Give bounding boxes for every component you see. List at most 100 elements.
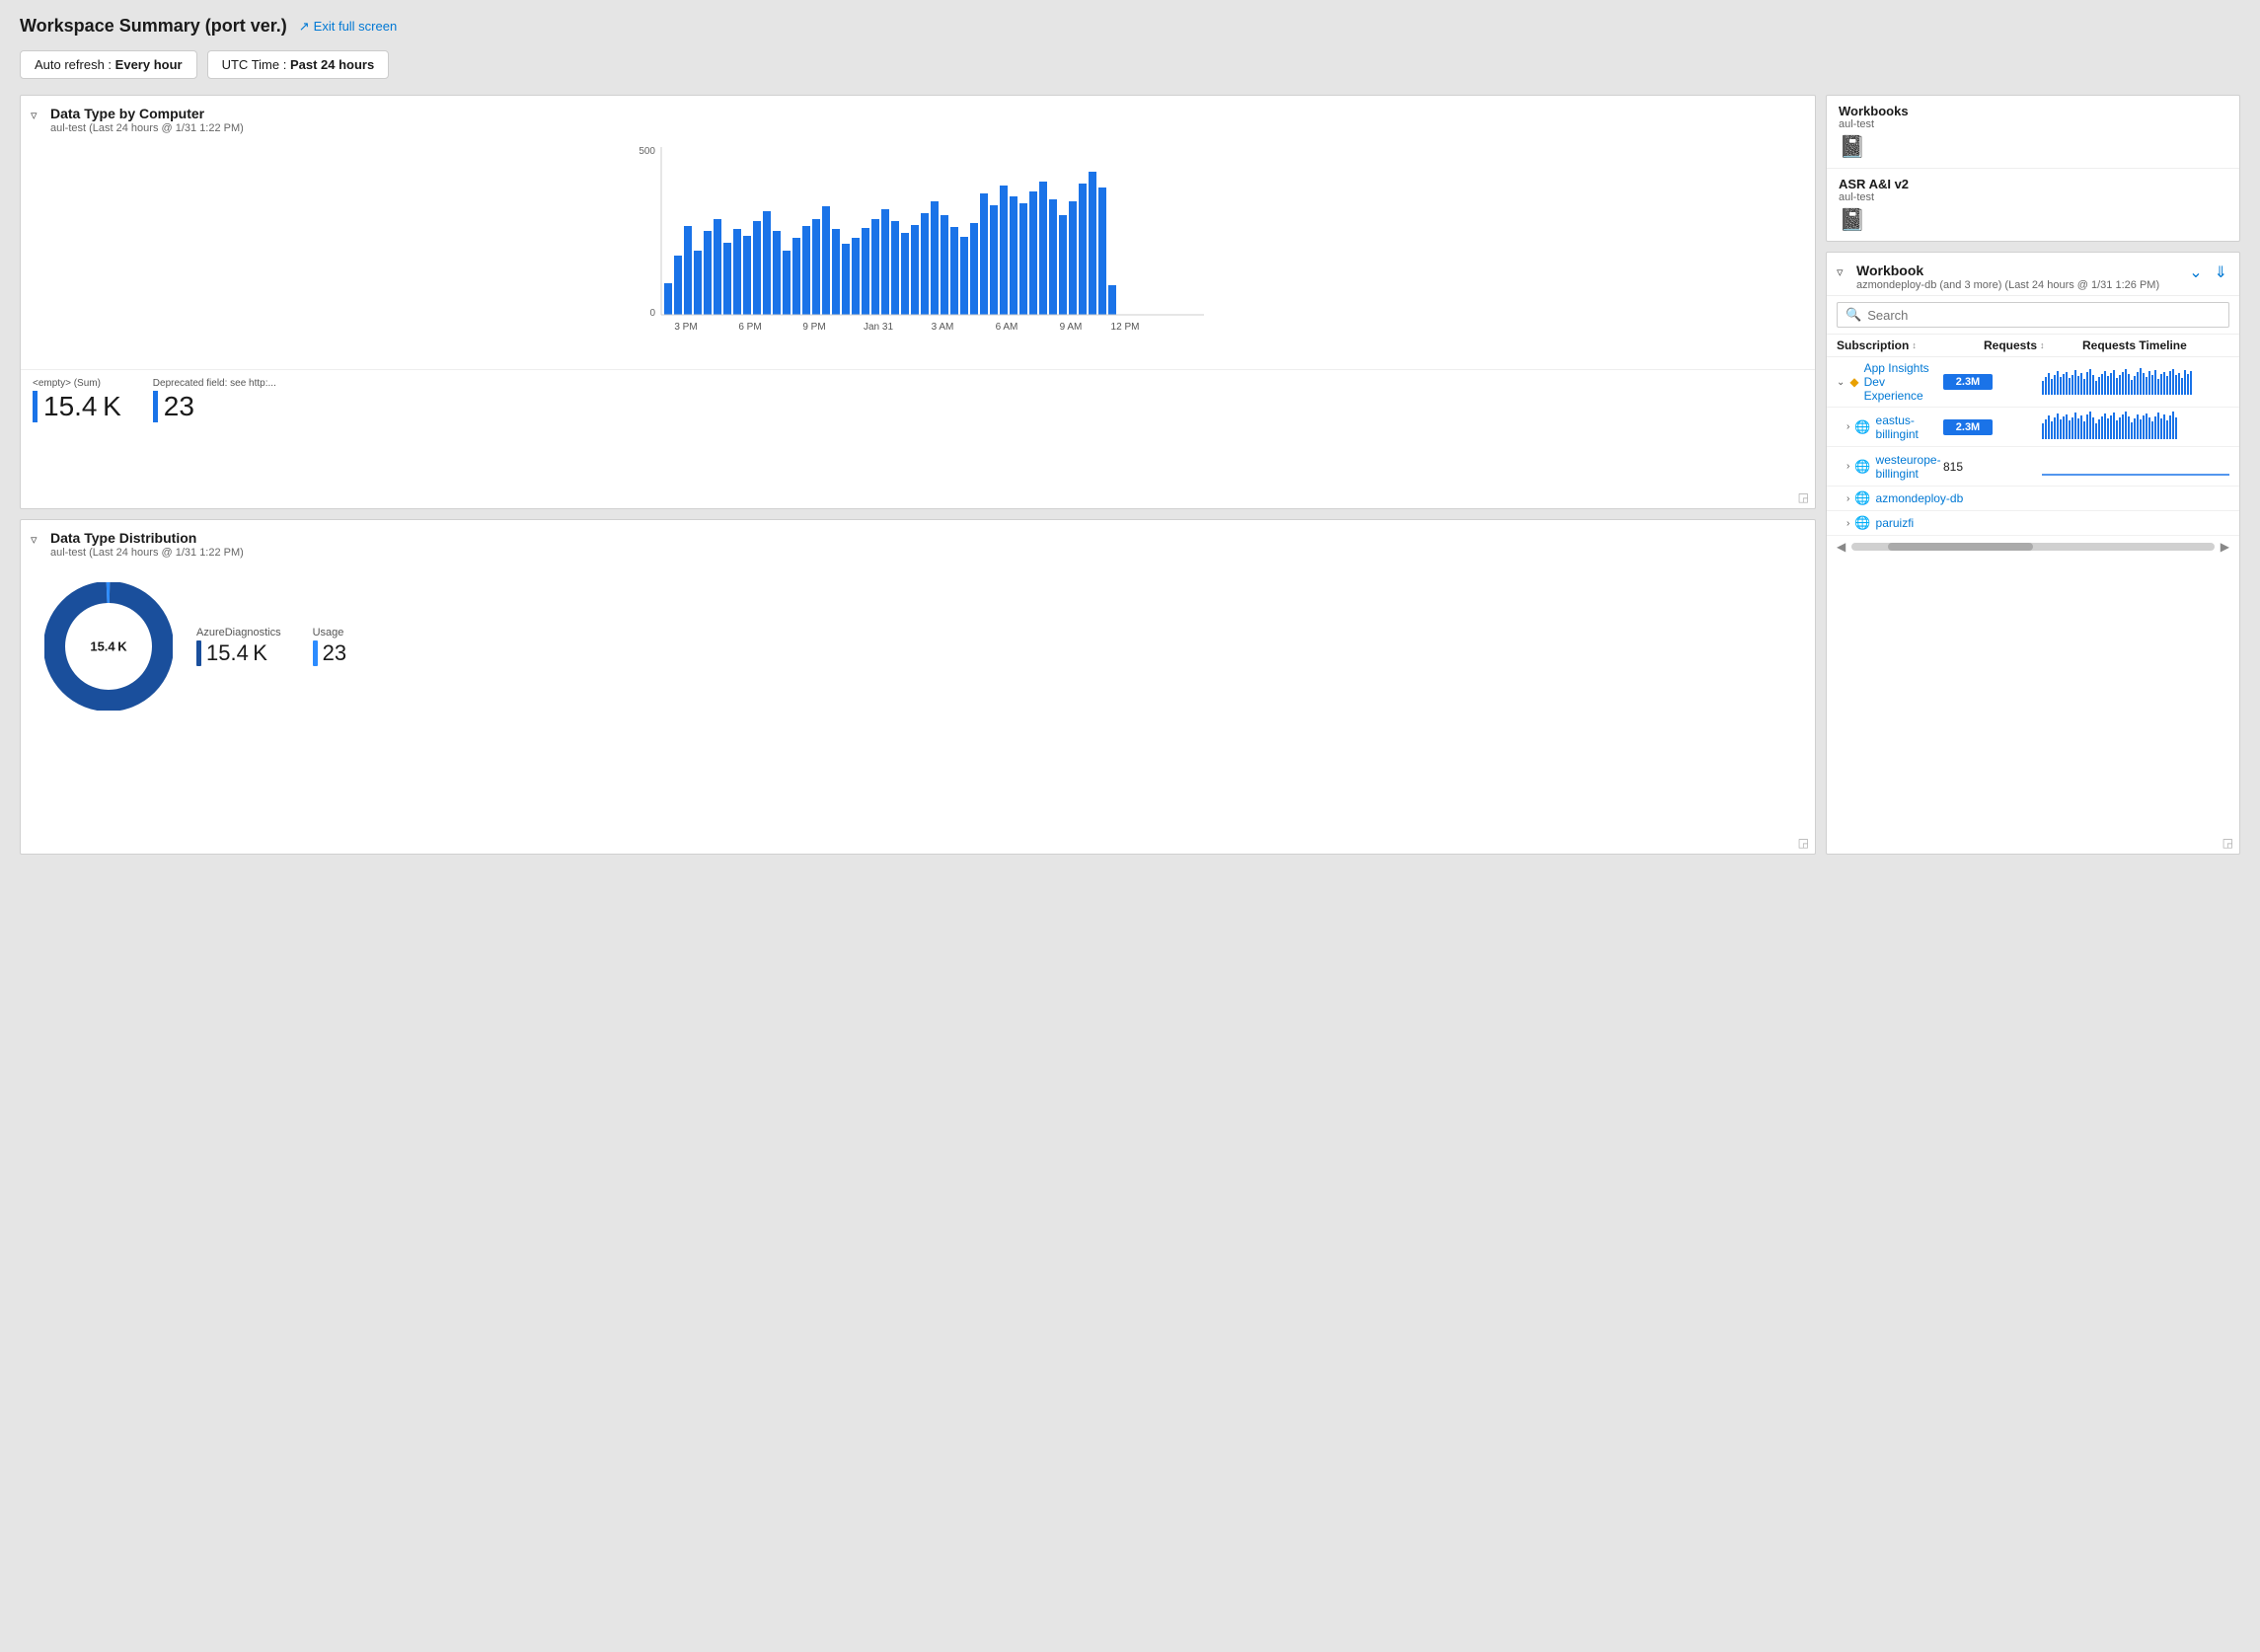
scroll-thumb[interactable] <box>1888 543 2033 551</box>
eastus-link[interactable]: eastus-billingint <box>1876 413 1943 441</box>
subscription-col-header[interactable]: Subscription ↕ <box>1837 338 1984 352</box>
stat2-value: 23 <box>164 393 194 420</box>
search-row: 🔍 <box>1827 296 2239 335</box>
legend-azure-diagnostics: AzureDiagnostics 15.4 K <box>196 627 281 666</box>
sparkline-cell-eastus <box>2042 412 2229 442</box>
scroll-track[interactable] <box>1851 543 2215 551</box>
key-icon-app-insights: ◆ <box>1849 375 1858 389</box>
toolbar: Auto refresh : Every hour UTC Time : Pas… <box>20 50 2240 79</box>
workbook-resize-handle[interactable]: ◲ <box>2222 836 2233 850</box>
paruizfi-link[interactable]: paruizfi <box>1876 516 1915 530</box>
stat1-value: 15.4 K <box>43 393 121 420</box>
workbook-table-subtitle: azmondeploy-db (and 3 more) (Last 24 hou… <box>1856 279 2227 291</box>
filter-icon: ▿ <box>31 108 38 123</box>
dist-resize-handle[interactable]: ◲ <box>1798 836 1809 850</box>
svg-text:Jan 31: Jan 31 <box>864 322 893 333</box>
horizontal-scrollbar[interactable]: ◀ ▶ <box>1827 536 2239 558</box>
table-header: Subscription ↕ Requests ↕ Requests Timel… <box>1827 335 2239 357</box>
workbooks-icon-2: 📓 <box>1839 207 1865 232</box>
requests-col-header[interactable]: Requests ↕ <box>1984 338 2082 352</box>
workbooks-entry-1: Workbooks aul-test 📓 <box>1827 96 2239 169</box>
search-input[interactable] <box>1867 308 2221 323</box>
westeurope-link[interactable]: westeurope-billingint <box>1876 453 1943 481</box>
stat-empty-sum: <empty> (Sum) 15.4 K <box>33 378 121 422</box>
workbook-controls: ⌄ ⇓ <box>2187 261 2229 284</box>
expand-icon-eastus[interactable]: › <box>1846 421 1849 432</box>
requests-cell-app-insights: 2.3M <box>1943 374 2042 390</box>
svg-text:0: 0 <box>649 308 655 319</box>
page-wrapper: Workspace Summary (port ver.) ↗ Exit ful… <box>0 0 2260 874</box>
scroll-right-arrow[interactable]: ▶ <box>2221 540 2229 554</box>
stat1-bar <box>33 391 38 422</box>
table-row: ⌄ ◆ App Insights Dev Experience 2.3M <box>1827 357 2239 408</box>
time-label: UTC Time : <box>222 57 287 72</box>
collapse-button[interactable]: ⌄ <box>2187 261 2204 284</box>
workbooks-panel: Workbooks aul-test 📓 ASR A&I v2 aul-test… <box>1826 95 2240 242</box>
auto-refresh-button[interactable]: Auto refresh : Every hour <box>20 50 197 79</box>
time-range-button[interactable]: UTC Time : Past 24 hours <box>207 50 390 79</box>
svg-text:500: 500 <box>639 146 655 157</box>
dist-title: Data Type Distribution <box>50 530 1803 546</box>
refresh-label: Auto refresh : <box>35 57 112 72</box>
workbooks-subtitle-1: aul-test <box>1839 118 2227 130</box>
workbook-table-title: Workbook <box>1856 263 2227 278</box>
dist-legend: AzureDiagnostics 15.4 K Usage 23 <box>196 627 346 666</box>
svg-text:6 AM: 6 AM <box>996 322 1018 333</box>
download-button[interactable]: ⇓ <box>2213 261 2229 284</box>
table-row: › 🌐 westeurope-billingint 815 <box>1827 447 2239 487</box>
azure-diag-bar <box>196 640 201 666</box>
globe-icon-azmondeploy: 🌐 <box>1854 490 1870 506</box>
chart-panel-header: ▿ Data Type by Computer aul-test (Last 2… <box>21 96 1815 138</box>
row-name-eastus: › 🌐 eastus-billingint <box>1846 413 1943 441</box>
usage-label: Usage <box>313 627 346 638</box>
expand-icon-app-insights[interactable]: ⌄ <box>1837 377 1845 388</box>
azure-diag-value-row: 15.4 K <box>196 640 281 666</box>
search-icon: 🔍 <box>1846 307 1861 323</box>
title-row: Workspace Summary (port ver.) ↗ Exit ful… <box>20 16 2240 37</box>
azmondeploy-link[interactable]: azmondeploy-db <box>1876 491 1964 505</box>
svg-text:3 PM: 3 PM <box>674 322 697 333</box>
chart-title: Data Type by Computer <box>50 106 1803 121</box>
expand-icon-paruizfi[interactable]: › <box>1846 518 1849 529</box>
sort-icon-requests: ↕ <box>2040 340 2045 350</box>
table-body: ⌄ ◆ App Insights Dev Experience 2.3M <box>1827 357 2239 536</box>
expand-icon-westeurope[interactable]: › <box>1846 461 1849 472</box>
scroll-left-arrow[interactable]: ◀ <box>1837 540 1846 554</box>
app-insights-link[interactable]: App Insights Dev Experience <box>1864 361 1943 403</box>
expand-icon-azmondeploy[interactable]: › <box>1846 493 1849 504</box>
table-row: › 🌐 eastus-billingint 2.3M <box>1827 408 2239 447</box>
sort-icon-subscription: ↕ <box>1912 340 1917 350</box>
right-column: Workbooks aul-test 📓 ASR A&I v2 aul-test… <box>1826 95 2240 855</box>
requests-badge-eastus: 2.3M <box>1943 419 1993 435</box>
workbooks-entry-2: ASR A&I v2 aul-test 📓 <box>1827 169 2239 241</box>
sparkline-svg-westeurope <box>2042 451 2229 479</box>
workbooks-icon-1: 📓 <box>1839 134 1865 159</box>
stat1-label: <empty> (Sum) <box>33 378 121 389</box>
exit-fullscreen-button[interactable]: ↗ Exit full screen <box>299 19 397 35</box>
data-type-chart-panel: ▿ Data Type by Computer aul-test (Last 2… <box>20 95 1816 509</box>
sparkline-cell-app-insights <box>2042 367 2229 398</box>
stat1-value-row: 15.4 K <box>33 391 121 422</box>
workbooks-title-1: Workbooks <box>1839 104 2227 118</box>
usage-value-row: 23 <box>313 640 346 666</box>
svg-text:9 AM: 9 AM <box>1060 322 1083 333</box>
row-name-westeurope: › 🌐 westeurope-billingint <box>1846 453 1943 481</box>
resize-handle[interactable]: ◲ <box>1798 490 1809 504</box>
chart-area: 500 0 <box>21 138 1815 365</box>
subscription-label: Subscription <box>1837 338 1909 352</box>
requests-num-westeurope: 815 <box>1943 460 1963 474</box>
row-name-paruizfi: › 🌐 paruizfi <box>1846 515 1989 531</box>
workbooks-title-2: ASR A&I v2 <box>1839 177 2227 191</box>
stat2-bar <box>153 391 158 422</box>
requests-timeline-label: Requests Timeline <box>2082 338 2229 352</box>
svg-text:9 PM: 9 PM <box>802 322 825 333</box>
requests-cell-eastus: 2.3M <box>1943 419 2042 435</box>
requests-badge-app-insights: 2.3M <box>1943 374 1993 390</box>
azure-diag-value: 15.4 K <box>206 642 267 664</box>
search-box[interactable]: 🔍 <box>1837 302 2229 328</box>
svg-text:3 AM: 3 AM <box>932 322 954 333</box>
workbook-data-header: ▿ Workbook azmondeploy-db (and 3 more) (… <box>1827 253 2239 296</box>
stat-deprecated: Deprecated field: see http:... 23 <box>153 378 276 422</box>
globe-icon-paruizfi: 🌐 <box>1854 515 1870 531</box>
workbook-filter-icon: ▿ <box>1837 264 1844 280</box>
